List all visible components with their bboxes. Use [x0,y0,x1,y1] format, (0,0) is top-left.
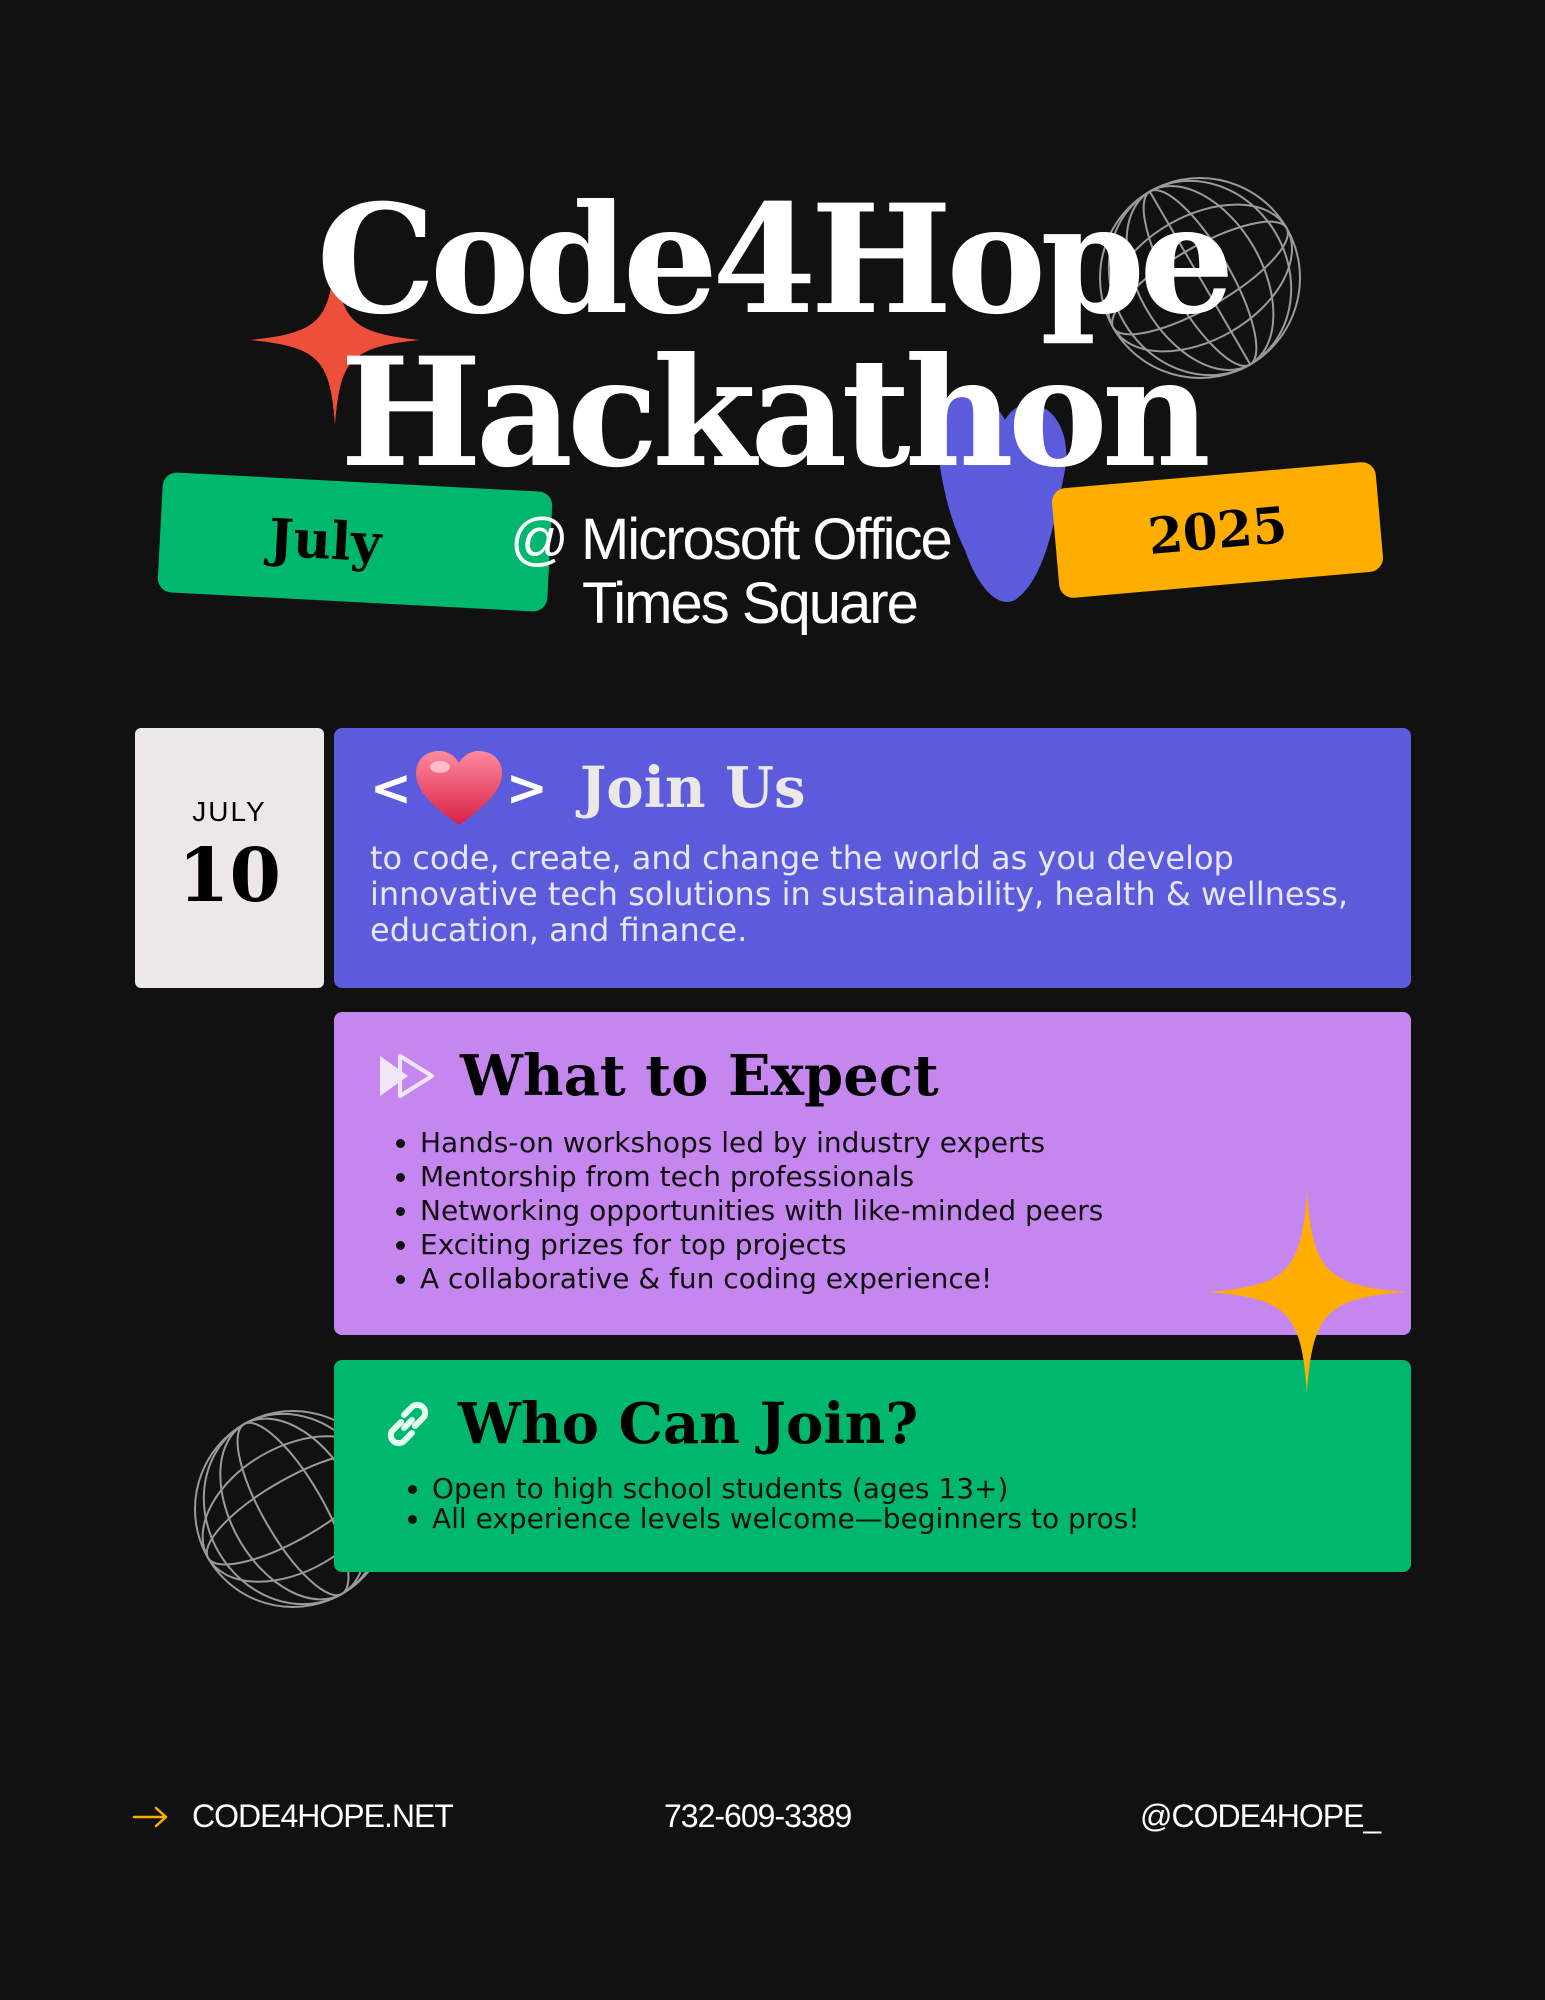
who-list-wrap: Open to high school students (ages 13+) … [386,1474,1386,1534]
venue-line-1: @ Microsoft Office [510,507,953,572]
link-icon [387,1401,429,1447]
open-bracket: < [370,759,412,817]
title-line-1: Code4Hope [316,172,1234,348]
sparkle-icon [1207,1192,1407,1392]
expect-heading: What to Expect [460,1043,939,1109]
list-item: Open to high school students (ages 13+) [432,1474,1386,1504]
date-day: 10 [178,833,281,919]
month-tag: July [157,471,553,613]
list-item: All experience levels welcome—beginners … [432,1504,1386,1534]
arrow-right-icon [132,1806,168,1827]
close-bracket: > [505,759,548,817]
footer-handle[interactable]: @CODE4HOPE_ [1140,1798,1381,1835]
list-item: Mentorship from tech professionals [420,1160,1374,1194]
expect-heading-row: What to Expect [378,1040,939,1112]
footer-website[interactable]: CODE4HOPE.NET [132,1798,454,1835]
date-box: JULY 10 [135,728,324,988]
website-link[interactable]: CODE4HOPE.NET [192,1798,454,1835]
month-tag-label: July [267,507,383,574]
join-us-heading-row: < > Join Us [370,751,806,825]
join-us-card: < > Join Us to code, create, and change … [334,728,1411,988]
join-us-heading: Join Us [579,755,806,821]
list-item: Hands-on workshops led by industry exper… [420,1126,1374,1160]
footer-phone[interactable]: 732-609-3389 [664,1798,852,1835]
join-us-body: to code, create, and change the world as… [370,839,1349,949]
date-month: JULY [192,796,267,827]
year-tag-label: 2025 [1145,494,1290,566]
play-arrows-icon [380,1054,434,1098]
venue-text: @ Microsoft Office Times Square [510,508,1070,636]
who-heading-row: Who Can Join? [380,1388,918,1460]
heart-icon [415,751,502,825]
venue-line-2: Times Square [582,571,919,636]
who-heading: Who Can Join? [458,1391,919,1457]
who-list: Open to high school students (ages 13+) … [386,1474,1386,1534]
